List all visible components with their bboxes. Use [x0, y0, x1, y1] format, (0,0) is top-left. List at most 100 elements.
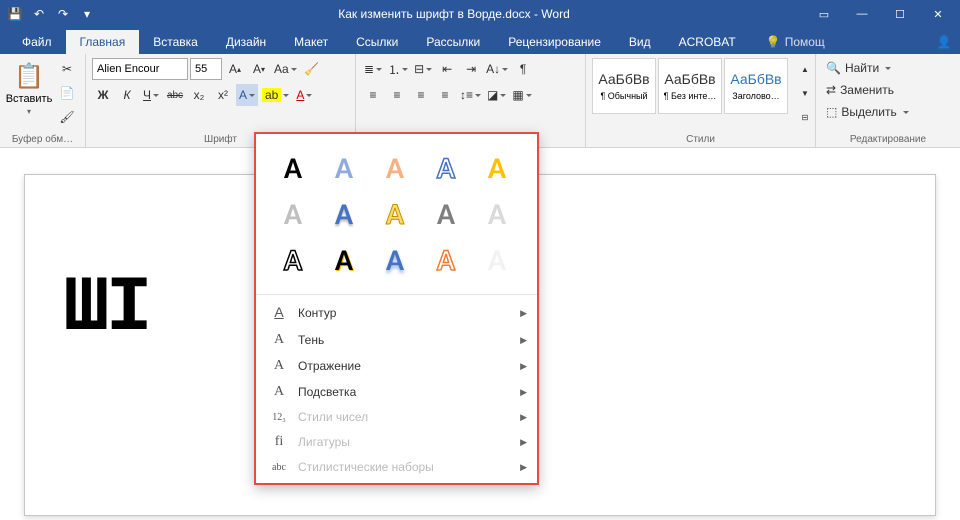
select-button[interactable]: ⬚Выделить: [822, 102, 913, 122]
effect-preset[interactable]: A: [374, 240, 416, 280]
undo-icon[interactable]: ↶: [30, 5, 48, 23]
window-controls: ▭ — ☐ ✕: [806, 2, 960, 26]
tab-acrobat[interactable]: ACROBAT: [665, 30, 750, 54]
styles-scroll-down[interactable]: ▼: [794, 82, 816, 104]
effect-preset[interactable]: A: [323, 148, 365, 188]
increase-indent-button[interactable]: ⇥: [460, 58, 482, 80]
highlight-button[interactable]: ab: [260, 84, 291, 106]
justify-button[interactable]: ≡: [434, 84, 456, 106]
bold-button[interactable]: Ж: [92, 84, 114, 106]
menu-outline[interactable]: AКонтур▶: [256, 299, 537, 327]
effect-preset[interactable]: A: [272, 148, 314, 188]
tab-design[interactable]: Дизайн: [212, 30, 280, 54]
copy-button[interactable]: 📄: [56, 82, 78, 104]
menu-label: Стилистические наборы: [298, 460, 434, 474]
superscript-button[interactable]: x²: [212, 84, 234, 106]
line-spacing-button[interactable]: ↕≡: [458, 84, 483, 106]
find-label: Найти: [845, 61, 879, 75]
multilevel-button[interactable]: ⊟: [412, 58, 434, 80]
change-case-button[interactable]: Aa: [272, 58, 299, 80]
effect-preset[interactable]: A: [374, 148, 416, 188]
menu-glow[interactable]: AПодсветка▶: [256, 379, 537, 405]
menu-label: Контур: [298, 306, 336, 320]
effect-preset[interactable]: A: [476, 240, 518, 280]
borders-button[interactable]: ▦: [510, 84, 533, 106]
effect-preset[interactable]: A: [323, 194, 365, 234]
find-button[interactable]: 🔍Найти: [822, 58, 913, 78]
menu-reflection[interactable]: AОтражение▶: [256, 353, 537, 379]
redo-icon[interactable]: ↷: [54, 5, 72, 23]
font-size-input[interactable]: [190, 58, 222, 80]
group-styles: АаБбВв¶ Обычный АаБбВв¶ Без инте… АаБбВв…: [586, 54, 816, 147]
shrink-font-button[interactable]: A▾: [248, 58, 270, 80]
paste-button[interactable]: 📋 Вставить ▾: [6, 58, 52, 124]
subscript-button[interactable]: x₂: [188, 84, 210, 106]
close-icon[interactable]: ✕: [920, 2, 956, 26]
effect-preset[interactable]: A: [476, 194, 518, 234]
tab-insert[interactable]: Вставка: [139, 30, 212, 54]
effect-preset[interactable]: A: [374, 194, 416, 234]
replace-button[interactable]: ⇄Заменить: [822, 80, 913, 100]
font-name-input[interactable]: [92, 58, 188, 80]
decrease-indent-button[interactable]: ⇤: [436, 58, 458, 80]
chevron-right-icon: ▶: [520, 387, 527, 398]
tab-layout[interactable]: Макет: [280, 30, 342, 54]
style-no-spacing[interactable]: АаБбВв¶ Без инте…: [658, 58, 722, 114]
menu-label: Стили чисел: [298, 410, 368, 424]
styles-scroll-up[interactable]: ▲: [794, 58, 816, 80]
show-marks-button[interactable]: ¶: [512, 58, 534, 80]
minimize-icon[interactable]: —: [844, 2, 880, 26]
style-normal[interactable]: АаБбВв¶ Обычный: [592, 58, 656, 114]
effect-preset[interactable]: A: [425, 194, 467, 234]
underline-button[interactable]: Ч: [140, 84, 162, 106]
format-painter-button[interactable]: 🖌: [56, 106, 78, 128]
text-effects-button[interactable]: A: [236, 84, 258, 106]
italic-button[interactable]: К: [116, 84, 138, 106]
chevron-right-icon: ▶: [520, 462, 527, 473]
effect-preset[interactable]: A: [425, 148, 467, 188]
effect-preset[interactable]: A: [272, 194, 314, 234]
cut-button[interactable]: ✂: [56, 58, 78, 80]
align-left-button[interactable]: ≡: [362, 84, 384, 106]
chevron-right-icon: ▶: [520, 437, 527, 448]
paste-label: Вставить: [6, 93, 53, 105]
numbering-button[interactable]: ⒈: [386, 58, 410, 80]
align-center-button[interactable]: ≡: [386, 84, 408, 106]
outline-icon: A: [270, 304, 288, 322]
tab-view[interactable]: Вид: [615, 30, 665, 54]
replace-label: Заменить: [840, 83, 894, 97]
share-button[interactable]: 👤: [928, 30, 960, 54]
ribbon-tabs: Файл Главная Вставка Дизайн Макет Ссылки…: [0, 28, 960, 54]
menu-shadow[interactable]: AТень▶: [256, 327, 537, 353]
effect-preset[interactable]: A: [476, 148, 518, 188]
grow-font-button[interactable]: A▴: [224, 58, 246, 80]
strikethrough-button[interactable]: abc: [164, 84, 186, 106]
save-icon[interactable]: 💾: [6, 5, 24, 23]
menu-label: Лигатуры: [298, 435, 350, 449]
align-right-button[interactable]: ≡: [410, 84, 432, 106]
bullets-button[interactable]: ≣: [362, 58, 384, 80]
tab-home[interactable]: Главная: [66, 30, 140, 54]
style-heading[interactable]: АаБбВвЗаголово…: [724, 58, 788, 114]
maximize-icon[interactable]: ☐: [882, 2, 918, 26]
effect-preset[interactable]: A: [323, 240, 365, 280]
font-color-button[interactable]: A: [293, 84, 315, 106]
chevron-right-icon: ▶: [520, 361, 527, 372]
clear-formatting-button[interactable]: 🧹: [301, 58, 323, 80]
qat-customize-icon[interactable]: ▾: [78, 5, 96, 23]
ribbon-options-icon[interactable]: ▭: [806, 2, 842, 26]
tab-file[interactable]: Файл: [8, 30, 66, 54]
effect-preset[interactable]: A: [425, 240, 467, 280]
tab-references[interactable]: Ссылки: [342, 30, 412, 54]
stylistic-sets-icon: abc: [270, 462, 288, 473]
ligatures-icon: fi: [270, 434, 288, 450]
sort-button[interactable]: A↓: [484, 58, 510, 80]
tab-mailings[interactable]: Рассылки: [412, 30, 494, 54]
tab-review[interactable]: Рецензирование: [494, 30, 615, 54]
effect-preset[interactable]: A: [272, 240, 314, 280]
style-preview: АаБбВв: [730, 71, 781, 87]
styles-more[interactable]: ⊟: [794, 106, 816, 128]
group-label-editing: Редактирование: [816, 134, 960, 145]
shading-button[interactable]: ◪: [485, 84, 508, 106]
tell-me[interactable]: 💡Помощ: [758, 30, 833, 54]
